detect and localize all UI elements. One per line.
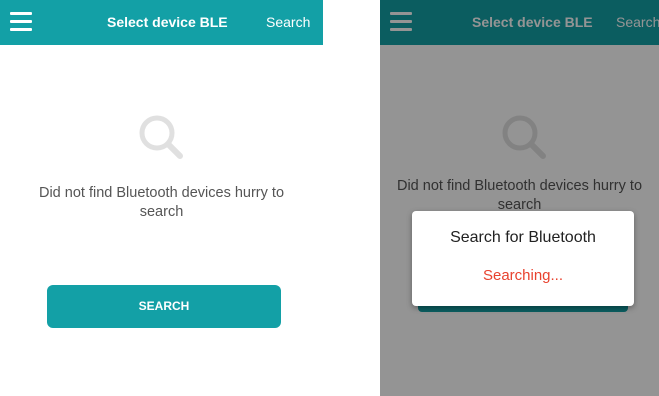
screen-idle: Select device BLE Search Did not find Bl… <box>0 0 323 396</box>
app-bar-title: Select device BLE <box>107 14 228 30</box>
search-icon <box>139 115 183 159</box>
dialog-title: Search for Bluetooth <box>450 229 596 246</box>
screen-searching: Select device BLE Search Did not find Bl… <box>380 0 659 396</box>
hamburger-menu-icon[interactable] <box>10 12 32 32</box>
dialog-status: Searching... <box>482 267 564 284</box>
app-bar: Select device BLE Search <box>0 0 323 45</box>
searching-dialog: Search for Bluetooth Searching... <box>412 211 634 306</box>
empty-state-message: Did not find Bluetooth devices hurry to … <box>38 185 285 220</box>
modal-overlay[interactable] <box>380 0 659 396</box>
search-action-link[interactable]: Search <box>266 0 310 45</box>
search-button[interactable]: SEARCH <box>47 285 281 328</box>
